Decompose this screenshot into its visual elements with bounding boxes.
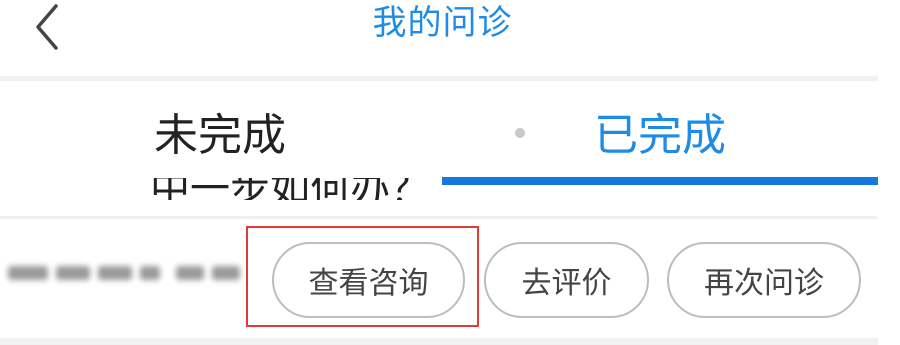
bottom-divider — [0, 338, 878, 345]
rate-button[interactable]: 去评价 — [484, 242, 649, 318]
question-text: 中一步如何办？ — [150, 178, 430, 200]
tab-pending[interactable]: 未完成 — [30, 81, 410, 181]
consult-again-button[interactable]: 再次问诊 — [667, 242, 861, 318]
section-divider — [0, 216, 878, 219]
header: 我的问诊 — [0, 0, 900, 81]
blurred-date — [8, 262, 240, 284]
active-tab-indicator — [442, 177, 878, 185]
clipped-question-text: 中一步如何办？ — [0, 178, 442, 200]
view-consultation-button[interactable]: 查看咨询 — [272, 242, 465, 318]
tab-completed[interactable]: 已完成 — [442, 81, 878, 181]
tab-bar: 未完成 已完成 — [0, 81, 878, 185]
page-title: 我的问诊 — [372, 3, 513, 43]
consultation-page: 我的问诊 未完成 已完成 中一步如何办？ 查看咨询 去评价 再次问诊 — [0, 0, 900, 345]
